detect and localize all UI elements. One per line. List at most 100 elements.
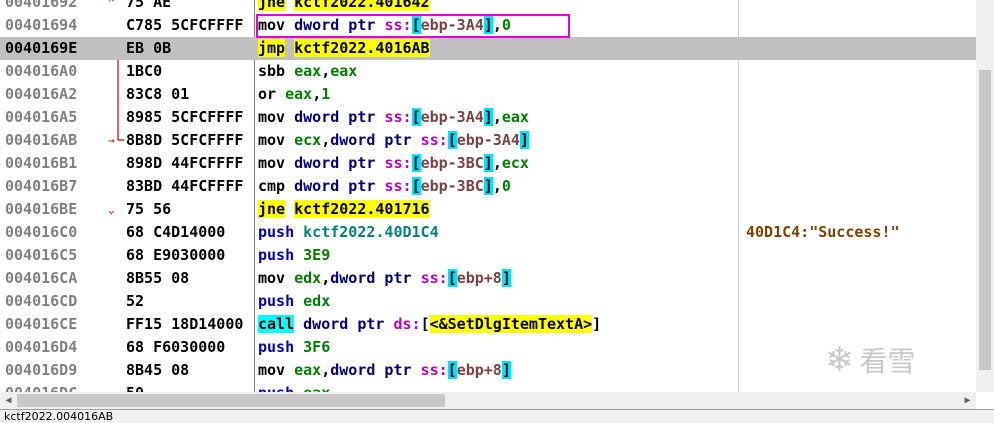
- address-cell: 004016A5: [5, 108, 78, 126]
- address-cell: 00401694: [5, 16, 78, 34]
- instruction-token: ss:: [384, 154, 412, 172]
- instruction-row[interactable]: 004016C0 68 C4D14000 push kctf2022.40D1C4 4…: [0, 221, 976, 244]
- jump-arrow-icon: ⌃: [108, 0, 115, 9]
- instruction-token: ds:: [393, 315, 421, 333]
- opcode-bytes: 68 E9030000: [126, 246, 226, 264]
- instruction-token: dword ptr: [303, 315, 394, 333]
- instruction-token: push: [258, 338, 304, 356]
- instruction-row[interactable]: 004016C5 68 E9030000 push 3E9: [0, 244, 976, 267]
- address-cell: 004016DC: [5, 382, 77, 392]
- instruction-token: <&SetDlgItemTextA>: [429, 315, 593, 333]
- opcode-bytes: 50: [126, 382, 254, 392]
- instruction-token: ,: [321, 361, 331, 379]
- instruction-row[interactable]: 004016DC 50 push eax: [0, 382, 976, 392]
- instruction-token: [285, 200, 294, 218]
- instruction-text: mov eax,dword ptr ss:[ebp+8]: [258, 359, 511, 382]
- instruction-token: edx: [294, 269, 322, 287]
- opcode-bytes: C785 5CFCFFFF: [126, 16, 244, 34]
- instruction-row[interactable]: 00401692 ⌃ 75 AE jne kctf2022.401642: [0, 0, 976, 14]
- scroll-left-icon[interactable]: ◀: [0, 392, 17, 409]
- instruction-token: mov: [258, 154, 295, 172]
- jump-arrow-icon: ⌄: [108, 203, 115, 216]
- instruction-token: dword ptr: [330, 361, 421, 379]
- instruction-token: cmp: [258, 177, 295, 195]
- instruction-text: or eax,1: [258, 83, 330, 106]
- instruction-row[interactable]: 004016CA 8B55 08 mov edx,dword ptr ss:[ebp…: [0, 267, 976, 290]
- instruction-token: ,: [492, 177, 502, 195]
- instruction-token: ss:: [384, 108, 412, 126]
- opcode-bytes: 8B45 08: [126, 361, 190, 379]
- instruction-token: push: [258, 246, 304, 264]
- instruction-row[interactable]: 004016A0 1BC0 sbb eax,eax: [0, 60, 976, 83]
- instruction-token: jne: [258, 0, 286, 11]
- instruction-token: eax: [501, 108, 529, 126]
- address-cell: 004016AB: [5, 131, 78, 149]
- horizontal-scroll-thumb[interactable]: [17, 394, 445, 407]
- watermark: ❄ 看雪: [825, 340, 916, 380]
- snowflake-icon: ❄: [825, 340, 854, 380]
- instruction-token: eax: [294, 62, 322, 80]
- instruction-token: [285, 39, 294, 57]
- instruction-token: ,: [492, 108, 502, 126]
- instruction-token: ,: [492, 154, 502, 172]
- instruction-token: ]: [519, 131, 529, 149]
- instruction-token: ebp+8: [456, 361, 502, 379]
- instruction-token: ]: [483, 108, 493, 126]
- instruction-token: [: [420, 315, 430, 333]
- instruction-token: kctf2022.401642: [294, 0, 430, 11]
- instruction-row[interactable]: 004016A2 83C8 01 or eax,1: [0, 83, 976, 106]
- instruction-token: [: [447, 361, 457, 379]
- instruction-token: ,: [321, 269, 331, 287]
- instruction-token: dword ptr: [330, 131, 421, 149]
- vertical-scrollbar[interactable]: [976, 0, 994, 392]
- instruction-row[interactable]: 004016CD 52 push edx: [0, 290, 976, 313]
- instruction-token: ]: [592, 315, 602, 333]
- instruction-token: ,: [321, 131, 331, 149]
- instruction-text: mov ecx,dword ptr ss:[ebp-3A4]: [258, 129, 529, 152]
- instruction-text: mov dword ptr ss:[ebp-3A4],eax: [258, 106, 529, 129]
- opcode-bytes: 898D 44FCFFFF: [126, 154, 244, 172]
- vertical-scroll-thumb[interactable]: [979, 70, 991, 370]
- instruction-token: ecx: [501, 154, 529, 172]
- instruction-token: ,: [321, 62, 331, 80]
- horizontal-scrollbar[interactable]: ◀ ▶: [0, 392, 976, 409]
- instruction-row[interactable]: 004016BE ⌄ 75 56 jne kctf2022.401716: [0, 198, 976, 221]
- instruction-token: [: [411, 108, 421, 126]
- instruction-token: ]: [483, 177, 493, 195]
- instruction-row[interactable]: 004016CE FF15 18D14000 call dword ptr ds:[…: [0, 313, 976, 336]
- instruction-token: ebp-3A4: [420, 108, 484, 126]
- opcode-bytes: 75 56: [126, 200, 172, 218]
- instruction-token: dword ptr: [294, 177, 385, 195]
- instruction-token: [: [447, 131, 457, 149]
- address-cell: 004016CD: [5, 292, 78, 310]
- instruction-token: ebp-3A4: [456, 131, 520, 149]
- instruction-token: 3E9: [303, 246, 331, 264]
- instruction-text: push 3E9: [258, 244, 330, 267]
- address-cell: 004016A2: [5, 85, 78, 103]
- opcode-bytes: 68 C4D14000: [126, 223, 226, 241]
- instruction-row[interactable]: 004016AB → 8B8D 5CFCFFFF mov ecx,dword ptr …: [0, 129, 976, 152]
- instruction-token: ebp-3BC: [420, 154, 484, 172]
- instruction-token: ,: [312, 85, 322, 103]
- instruction-token: 3F6: [303, 338, 331, 356]
- instruction-token: ]: [483, 154, 493, 172]
- instruction-row[interactable]: 0040169E EB 0B jmp kctf2022.4016AB: [0, 37, 976, 60]
- opcode-bytes: 83C8 01: [126, 85, 190, 103]
- status-bar: kctf2022.004016AB: [0, 409, 994, 423]
- instruction-row[interactable]: 004016A5 8985 5CFCFFFF mov dword ptr ss:[e…: [0, 106, 976, 129]
- instruction-row[interactable]: 004016B1 898D 44FCFFFF mov dword ptr ss:[e…: [0, 152, 976, 175]
- highlight-box: [256, 14, 570, 38]
- address-cell: 004016C5: [5, 246, 78, 264]
- instruction-text: jmp kctf2022.4016AB: [258, 37, 430, 60]
- address-cell: 00401692: [5, 0, 78, 11]
- instruction-token: dword ptr: [294, 108, 385, 126]
- instruction-token: jne: [258, 200, 286, 218]
- instruction-text: push kctf2022.40D1C4: [258, 221, 439, 244]
- instruction-token: push: [258, 384, 303, 392]
- opcode-bytes: 8B8D 5CFCFFFF: [126, 131, 244, 149]
- instruction-token: kctf2022.401716: [294, 200, 430, 218]
- disassembly-view[interactable]: 00401692 ⌃ 75 AE jne kctf2022.401642 0040169…: [0, 0, 976, 392]
- instruction-row[interactable]: 004016B7 83BD 44FCFFFF cmp dword ptr ss:[e…: [0, 175, 976, 198]
- instruction-text: mov edx,dword ptr ss:[ebp+8]: [258, 267, 511, 290]
- scroll-right-icon[interactable]: ▶: [959, 392, 976, 409]
